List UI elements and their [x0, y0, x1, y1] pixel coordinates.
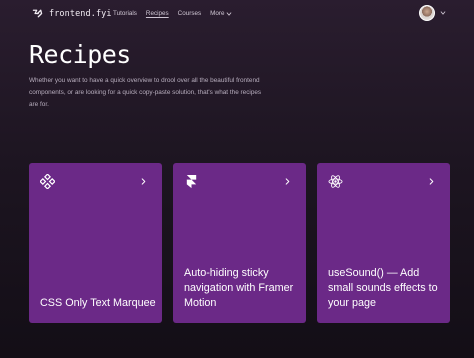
avatar	[419, 5, 435, 21]
nav-links: Tutorials Recipes Courses More	[113, 10, 232, 17]
recipe-card-css-marquee[interactable]: CSS Only Text Marquee	[29, 163, 162, 323]
chevron-down-icon	[440, 11, 446, 15]
diamond-grid-icon	[40, 174, 55, 189]
framer-icon	[186, 174, 197, 189]
top-navigation: frontend.fyi Tutorials Recipes Courses M…	[0, 0, 474, 28]
chevron-down-icon	[227, 11, 232, 16]
chevron-right-icon	[285, 178, 290, 185]
recipe-card-sticky-navigation[interactable]: Auto-hiding sticky navigation with Frame…	[173, 163, 306, 323]
logo-link[interactable]: frontend.fyi	[31, 7, 112, 20]
recipe-card-title: Auto-hiding sticky navigation with Frame…	[184, 267, 294, 309]
nav-link-tutorials[interactable]: Tutorials	[113, 10, 137, 17]
nav-more-dropdown[interactable]: More	[210, 10, 232, 17]
frontend-fyi-logo-icon	[32, 9, 43, 18]
recipe-card-use-sound[interactable]: useSound() — Add small sounds effects to…	[317, 163, 450, 323]
nav-link-courses[interactable]: Courses	[178, 10, 201, 17]
nav-more-label: More	[210, 10, 225, 17]
nav-link-recipes[interactable]: Recipes	[146, 10, 169, 17]
recipe-card-title: CSS Only Text Marquee	[40, 297, 156, 309]
page-title: Recipes	[29, 40, 131, 69]
user-menu[interactable]	[419, 5, 446, 21]
chevron-right-icon	[141, 178, 146, 185]
chevron-right-icon	[429, 178, 434, 185]
react-icon	[328, 175, 343, 188]
page-description: Whether you want to have a quick overvie…	[29, 77, 262, 108]
logo-text: frontend.fyi	[49, 8, 112, 19]
recipe-card-title: useSound() — Add small sounds effects to…	[328, 267, 438, 309]
